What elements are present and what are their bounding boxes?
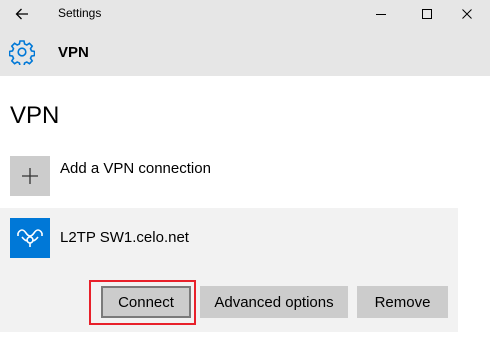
arrow-left-icon [15,8,28,20]
close-button[interactable] [444,0,490,28]
add-tile [10,156,50,196]
connect-button[interactable]: Connect [101,286,191,318]
minimize-icon [376,14,386,15]
header-title: VPN [58,44,89,61]
page-header: VPN [0,28,490,76]
minimize-button[interactable] [358,0,404,28]
vpn-connection-name: L2TP SW1.celo.net [60,229,189,246]
vpn-icon [17,229,43,247]
page-title: VPN [10,102,60,129]
title-bar: Settings [0,0,490,28]
vpn-connection-item[interactable]: L2TP SW1.celo.net [10,218,450,260]
advanced-options-button[interactable]: Advanced options [200,286,348,318]
vpn-tile [10,218,50,258]
add-vpn-label: Add a VPN connection [60,160,211,177]
add-vpn-connection-button[interactable]: Add a VPN connection [10,156,450,198]
plus-icon [22,168,38,184]
gear-icon [9,40,35,65]
remove-button[interactable]: Remove [357,286,448,318]
maximize-icon [422,9,432,19]
back-button[interactable] [10,3,34,25]
window-title: Settings [58,6,102,20]
close-icon [462,9,472,19]
